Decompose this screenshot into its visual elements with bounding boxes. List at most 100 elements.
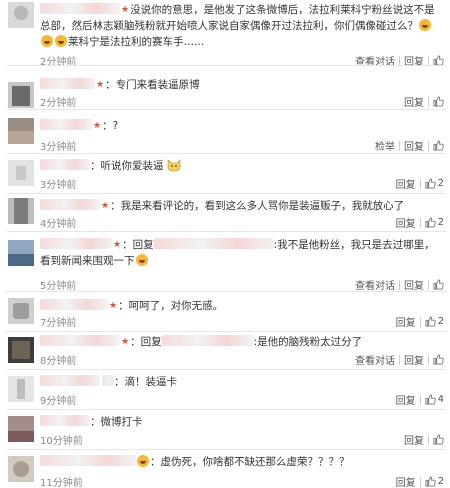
comment-time: 9分钟前 bbox=[40, 396, 77, 407]
username-blurred[interactable] bbox=[40, 119, 92, 130]
username-blurred[interactable] bbox=[40, 415, 90, 426]
thumb-up-icon bbox=[425, 217, 436, 228]
divider bbox=[428, 140, 429, 151]
avatar[interactable] bbox=[8, 198, 34, 224]
reply-link[interactable]: 回复 bbox=[396, 314, 416, 329]
reply-link[interactable]: 回复 bbox=[404, 432, 424, 447]
like-button[interactable] bbox=[433, 354, 444, 365]
comment-actions: 回复 2 bbox=[396, 176, 444, 191]
cat-emoji-icon bbox=[167, 159, 181, 172]
divider bbox=[428, 434, 429, 445]
like-button[interactable] bbox=[433, 434, 444, 445]
divider bbox=[419, 476, 421, 487]
vip-badge-icon: ★ bbox=[121, 5, 130, 15]
reply-target-blurred[interactable] bbox=[153, 238, 274, 249]
comment-time: 5分钟前 bbox=[40, 281, 77, 292]
divider bbox=[419, 394, 421, 405]
laugh-emoji-icon bbox=[41, 35, 53, 47]
username-blurred[interactable] bbox=[40, 159, 90, 170]
avatar[interactable] bbox=[8, 376, 34, 402]
like-button[interactable] bbox=[433, 140, 444, 151]
thumb-up-icon bbox=[433, 434, 444, 445]
thumb-up-icon bbox=[425, 178, 436, 189]
comment-text: 专门来看装逼原博 bbox=[115, 79, 200, 91]
view-conversation-link[interactable]: 查看对话 bbox=[355, 352, 395, 367]
comment-item: ★没说你的意思，是他发了这条微博后，法拉利莱科宁粉丝说这不是总部，然后林志颖脑残… bbox=[0, 0, 450, 68]
comment-item: ★：呵呵了，对你无感。 7分钟前 回复 2 bbox=[0, 292, 450, 332]
divider bbox=[419, 178, 421, 189]
like-button[interactable]: 2 bbox=[425, 178, 444, 189]
comment-text: ? bbox=[112, 120, 119, 132]
comment-actions: 回复 bbox=[404, 432, 444, 447]
thumb-up-icon bbox=[425, 316, 436, 327]
username-blurred[interactable] bbox=[40, 78, 95, 89]
reply-link[interactable]: 回复 bbox=[404, 277, 424, 292]
comment-item: ：滴！装逼卡 9分钟前 回复 4 bbox=[0, 370, 450, 410]
divider bbox=[399, 140, 400, 151]
comment-item: ★：? 3分钟前 检举 回复 bbox=[0, 110, 450, 154]
username-blurred[interactable] bbox=[40, 3, 120, 14]
like-count: 2 bbox=[437, 316, 444, 327]
avatar[interactable] bbox=[8, 2, 34, 28]
username-blurred[interactable] bbox=[40, 299, 108, 310]
comment-actions: 查看对话 回复 bbox=[355, 277, 444, 292]
report-link[interactable]: 检举 bbox=[375, 138, 395, 153]
view-conversation-link[interactable]: 查看对话 bbox=[355, 277, 395, 292]
like-count: 2 bbox=[437, 476, 444, 487]
avatar[interactable] bbox=[8, 118, 34, 144]
reply-target-blurred[interactable] bbox=[161, 335, 254, 346]
comment-item: ：听说你爱装逼 3分钟前 回复 2 bbox=[0, 154, 450, 194]
vip-badge-icon: ★ bbox=[101, 201, 110, 211]
thumb-up-icon bbox=[433, 96, 444, 107]
like-button[interactable]: 2 bbox=[425, 316, 444, 327]
comment-body: ★：专门来看装逼原博 bbox=[40, 77, 444, 93]
avatar[interactable] bbox=[8, 337, 34, 363]
username-blurred[interactable] bbox=[40, 238, 112, 249]
avatar[interactable] bbox=[8, 240, 34, 266]
reply-link[interactable]: 回复 bbox=[404, 138, 424, 153]
comment-text: 滴！装逼卡 bbox=[124, 376, 178, 388]
reply-link[interactable]: 回复 bbox=[396, 474, 416, 488]
comment-time: 4分钟前 bbox=[40, 219, 77, 230]
thumb-up-icon bbox=[425, 476, 436, 487]
vip-badge-icon: ★ bbox=[113, 240, 122, 250]
reply-link[interactable]: 回复 bbox=[396, 176, 416, 191]
reply-prefix: 回复 bbox=[132, 239, 154, 251]
comment-actions: 回复 bbox=[404, 94, 444, 109]
thumb-up-icon bbox=[433, 140, 444, 151]
divider bbox=[399, 55, 400, 66]
avatar[interactable] bbox=[8, 298, 34, 324]
like-button[interactable]: 2 bbox=[425, 217, 444, 228]
username-blurred[interactable] bbox=[40, 199, 100, 210]
reply-link[interactable]: 回复 bbox=[404, 352, 424, 367]
username-blurred[interactable] bbox=[40, 335, 120, 346]
divider bbox=[428, 279, 429, 290]
vip-badge-icon: ★ bbox=[93, 121, 102, 131]
avatar[interactable] bbox=[8, 416, 34, 442]
comment-body: ★没说你的意思，是他发了这条微博后，法拉利莱科宁粉丝说这不是总部，然后林志颖脑残… bbox=[40, 2, 444, 50]
like-button[interactable]: 4 bbox=[425, 394, 444, 405]
comment-actions: 回复 2 bbox=[396, 474, 444, 488]
like-button[interactable] bbox=[433, 279, 444, 290]
comment-text: :是他的脑残粉太过分了 bbox=[253, 336, 363, 348]
reply-link[interactable]: 回复 bbox=[404, 94, 424, 109]
divider bbox=[399, 354, 400, 365]
like-count: 2 bbox=[437, 217, 444, 228]
reply-link[interactable]: 回复 bbox=[396, 215, 416, 230]
like-button[interactable] bbox=[433, 96, 444, 107]
comment-body: ★：回复:我不是他粉丝，我只是去过哪里，看到新闻来围观一下 bbox=[40, 238, 435, 267]
comment-actions: 查看对话 回复 bbox=[355, 352, 444, 367]
comment-time: 2分钟前 bbox=[40, 98, 77, 109]
avatar[interactable] bbox=[8, 456, 34, 482]
like-button[interactable]: 2 bbox=[425, 476, 444, 487]
divider bbox=[399, 279, 400, 290]
reply-prefix: 回复 bbox=[140, 336, 162, 348]
avatar[interactable] bbox=[8, 82, 34, 108]
divider bbox=[419, 217, 421, 228]
comment-body: ★：回复:是他的脑残粉太过分了 bbox=[40, 334, 444, 350]
username-blurred[interactable] bbox=[40, 455, 136, 466]
reply-link[interactable]: 回复 bbox=[396, 392, 416, 407]
username-blurred[interactable] bbox=[40, 375, 100, 386]
avatar[interactable] bbox=[8, 160, 34, 186]
vip-badge-icon: ★ bbox=[96, 80, 105, 90]
